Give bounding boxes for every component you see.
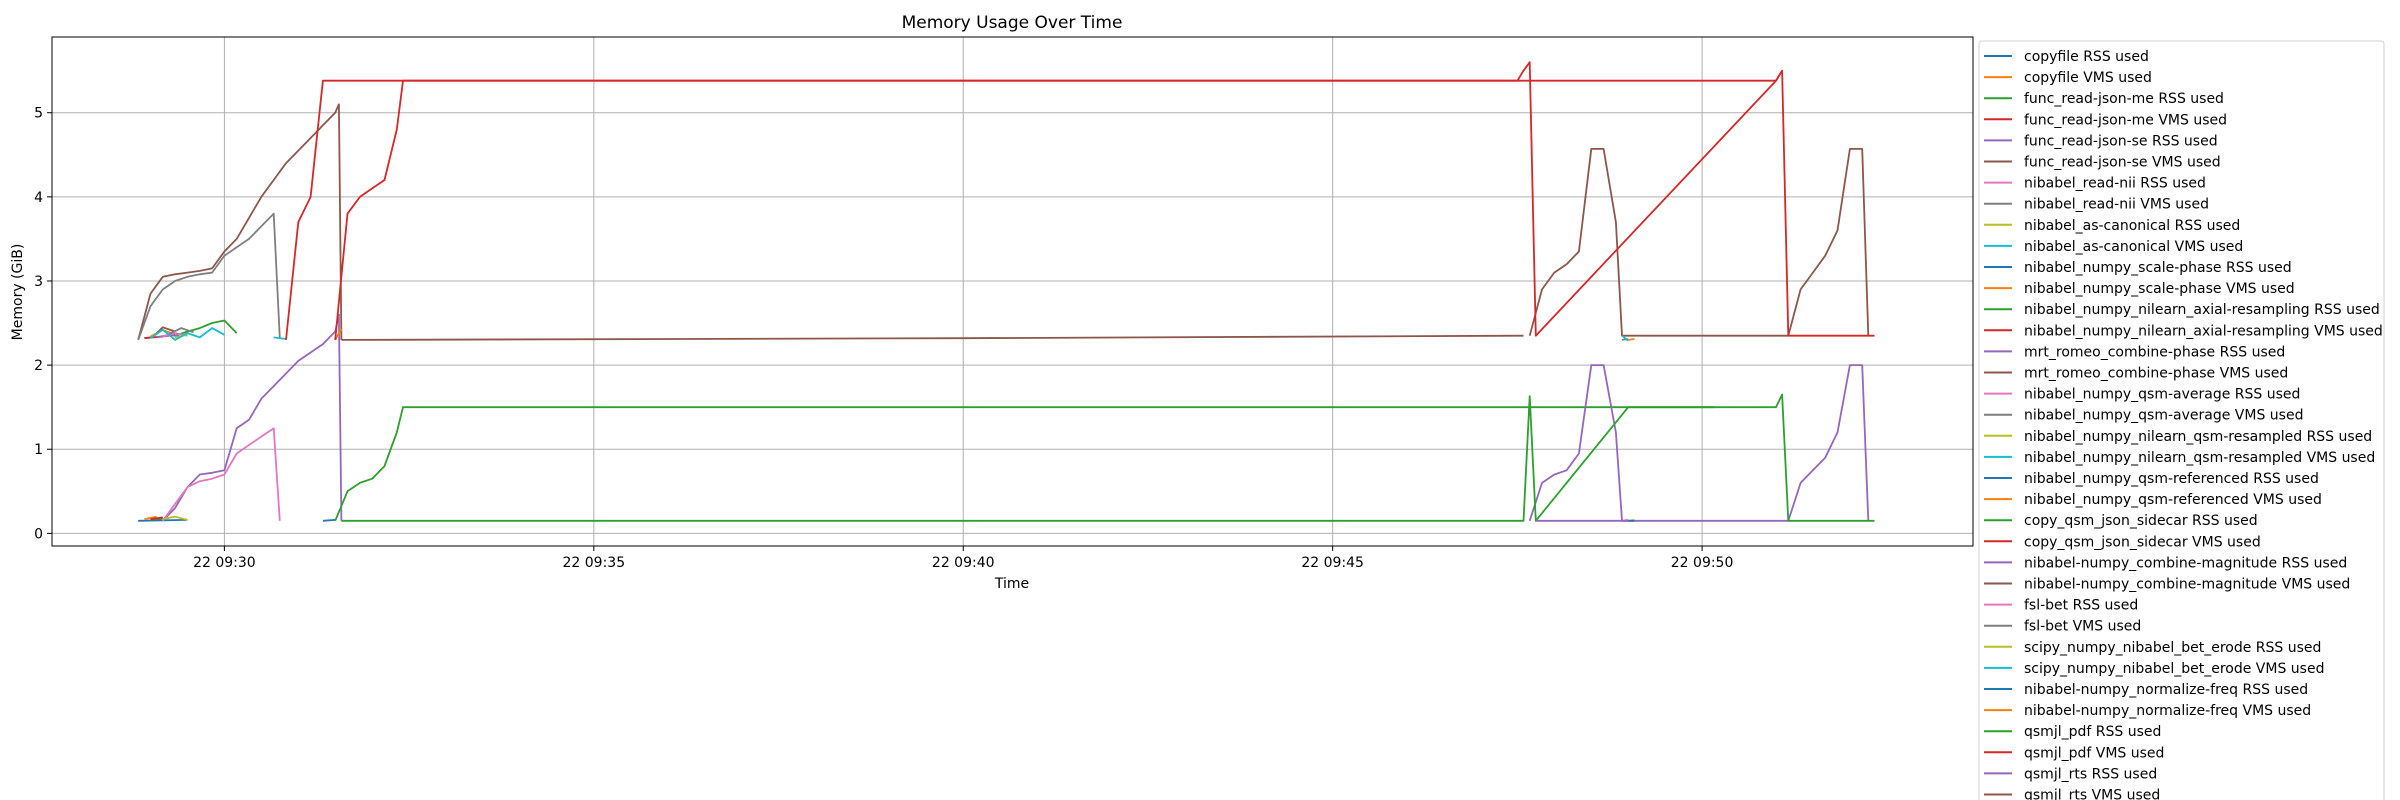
legend-label: nibabel-numpy_normalize-freq VMS used <box>2024 703 2311 719</box>
legend: copyfile RSS used copyfile VMS used func_r… <box>1978 40 2385 800</box>
legend-label: nibabel_numpy_nilearn_qsm-resampled RSS … <box>2024 429 2372 445</box>
legend-label: nibabel-numpy_combine-magnitude RSS used <box>2024 555 2347 571</box>
series-line <box>334 406 1715 522</box>
legend-label: copy_qsm_json_sidecar RSS used <box>2024 513 2258 529</box>
legend-label: qsmjl_rts VMS used <box>2024 788 2160 800</box>
x-tick-label: 22 09:35 <box>563 555 626 571</box>
series-line <box>273 336 287 340</box>
x-tick-label: 22 09:50 <box>1671 555 1734 571</box>
series-line <box>137 103 343 341</box>
y-tick-label: 5 <box>34 106 43 122</box>
legend-label: mrt_romeo_combine-phase RSS used <box>2024 344 2285 360</box>
legend-label: func_read-json-se VMS used <box>2024 155 2221 171</box>
y-tick-label: 4 <box>34 190 43 206</box>
legend-label: nibabel_read-nii VMS used <box>2024 197 2209 213</box>
y-tick-label: 0 <box>34 526 43 542</box>
legend-label: scipy_numpy_nibabel_bet_erode VMS used <box>2024 661 2324 677</box>
series-line <box>334 70 1783 340</box>
legend-label: func_read-json-me RSS used <box>2024 91 2224 107</box>
legend-label: nibabel_numpy_qsm-referenced VMS used <box>2024 492 2322 508</box>
legend-label: mrt_romeo_combine-phase VMS used <box>2024 366 2288 382</box>
y-tick-label: 3 <box>34 274 43 290</box>
legend-label: nibabel_numpy_scale-phase VMS used <box>2024 281 2295 297</box>
y-axis-ticks: 0 1 2 3 4 5 <box>34 106 52 542</box>
x-axis-ticks: 22 09:30 22 09:35 22 09:40 22 09:45 22 09:50 <box>193 546 1733 571</box>
series-line <box>285 61 1875 340</box>
legend-label: nibabel_numpy_qsm-referenced RSS used <box>2024 471 2319 487</box>
legend-label: nibabel-numpy_combine-magnitude VMS used <box>2024 577 2350 593</box>
x-axis-label: Time <box>994 576 1029 592</box>
series-line <box>1528 364 1870 522</box>
legend-label: nibabel_numpy_nilearn_qsm-resampled VMS … <box>2024 450 2375 466</box>
series-lines <box>137 61 1875 522</box>
series-line <box>137 212 281 341</box>
series-line <box>1528 147 1870 337</box>
legend-label: nibabel_numpy_scale-phase RSS used <box>2024 260 2292 276</box>
x-tick-label: 22 09:30 <box>193 555 256 571</box>
series-line <box>1628 338 1635 341</box>
series-line <box>341 334 1524 341</box>
legend-label: nibabel_as-canonical RSS used <box>2024 218 2240 234</box>
legend-label: nibabel_numpy_qsm-average RSS used <box>2024 387 2300 403</box>
legend-label: copyfile VMS used <box>2024 70 2152 86</box>
legend-label: nibabel_numpy_qsm-average VMS used <box>2024 408 2303 424</box>
legend-label: nibabel_numpy_nilearn_axial-resampling V… <box>2024 323 2383 339</box>
legend-label: scipy_numpy_nibabel_bet_erode RSS used <box>2024 640 2321 656</box>
legend-label: nibabel_as-canonical VMS used <box>2024 239 2243 255</box>
chart-title: Memory Usage Over Time <box>902 13 1123 33</box>
legend-label: qsmjl_rts RSS used <box>2024 766 2157 782</box>
series-line <box>322 519 336 522</box>
legend-label: func_read-json-me VMS used <box>2024 112 2227 128</box>
legend-label: fsl-bet VMS used <box>2024 619 2141 635</box>
legend-label: nibabel_numpy_nilearn_axial-resampling R… <box>2024 302 2380 318</box>
series-line <box>341 393 1875 522</box>
legend-label: nibabel-numpy_normalize-freq RSS used <box>2024 682 2308 698</box>
legend-label: func_read-json-se RSS used <box>2024 133 2218 149</box>
legend-label: copy_qsm_json_sidecar VMS used <box>2024 534 2261 550</box>
legend-label: qsmjl_pdf RSS used <box>2024 724 2161 740</box>
series-line <box>162 427 281 522</box>
series-line <box>162 313 343 522</box>
y-tick-label: 2 <box>34 358 43 374</box>
legend-label: qsmjl_pdf VMS used <box>2024 745 2164 761</box>
legend-label: fsl-bet RSS used <box>2024 598 2138 614</box>
y-axis-label: Memory (GiB) <box>10 244 26 341</box>
y-tick-label: 1 <box>34 442 43 458</box>
legend-label: copyfile RSS used <box>2024 49 2149 65</box>
x-tick-label: 22 09:40 <box>932 555 995 571</box>
legend-label: nibabel_read-nii RSS used <box>2024 176 2206 192</box>
x-tick-label: 22 09:45 <box>1301 555 1364 571</box>
line-chart: Memory Usage Over Time 22 09:30 22 09:35 2… <box>10 13 2385 800</box>
